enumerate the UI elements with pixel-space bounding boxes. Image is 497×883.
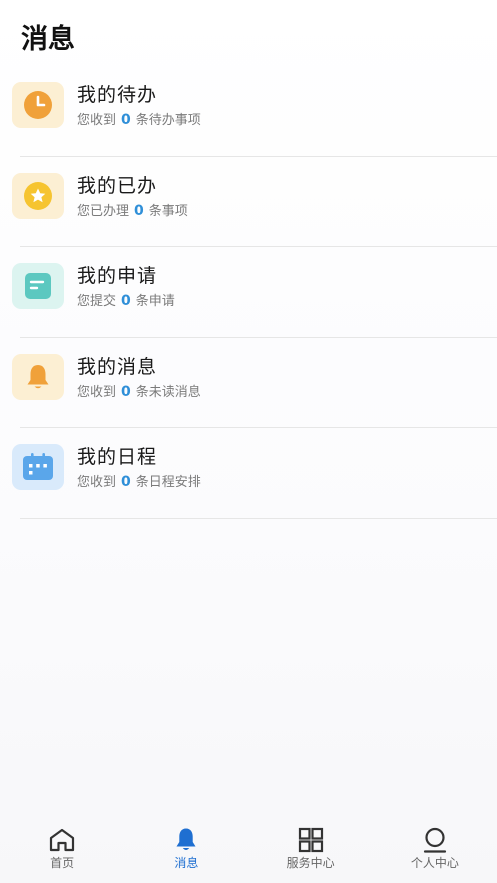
subtitle-prefix: 您提交 <box>77 294 117 309</box>
item-title: 我的已办 <box>77 174 158 197</box>
item-subtitle: 您收到 0 条日程安排 <box>77 473 201 492</box>
tab-home[interactable]: 首页 <box>0 821 124 883</box>
list-item-application[interactable]: 我的申请 您提交 0 条申请 <box>0 247 497 338</box>
item-subtitle: 您收到 0 条待办事项 <box>77 111 201 130</box>
bottom-tab-bar: 首页 消息 服务中心 个人中心 <box>0 821 497 883</box>
messages-page: 消息 我的待办 您收到 0 条待办事项 我的已办 您已办理 0 条事项 我的申请… <box>0 0 497 883</box>
subtitle-suffix: 条事项 <box>148 203 188 219</box>
item-title: 我的待办 <box>77 84 158 106</box>
tab-label: 首页 <box>50 856 75 870</box>
item-count: 0 <box>121 383 131 400</box>
item-subtitle: 您提交 0 条申请 <box>77 292 175 311</box>
item-title: 我的申请 <box>77 265 158 287</box>
item-title: 我的日程 <box>77 446 158 468</box>
item-count: 0 <box>134 202 144 219</box>
document-icon <box>25 273 51 299</box>
item-count: 0 <box>121 474 131 490</box>
calendar-icon <box>23 453 53 480</box>
item-subtitle: 您收到 0 条未读消息 <box>77 383 201 402</box>
subtitle-suffix: 条未读消息 <box>135 384 201 400</box>
subtitle-suffix: 条申请 <box>135 294 175 309</box>
list-item-messages[interactable]: 我的消息 您收到 0 条未读消息 <box>0 338 497 429</box>
message-category-list: 我的待办 您收到 0 条待办事项 我的已办 您已办理 0 条事项 我的申请 您提… <box>0 66 497 519</box>
tab-profile[interactable]: 个人中心 <box>373 821 497 883</box>
icon-badge <box>12 172 64 219</box>
icon-badge <box>12 263 64 309</box>
bell-icon <box>27 364 49 388</box>
subtitle-suffix: 条日程安排 <box>135 475 201 490</box>
subtitle-prefix: 您已办理 <box>77 203 130 219</box>
item-count: 0 <box>121 112 131 128</box>
user-icon <box>423 827 446 853</box>
icon-badge <box>12 82 64 128</box>
subtitle-suffix: 条待办事项 <box>135 113 201 128</box>
item-count: 0 <box>121 293 131 309</box>
page-title: 消息 <box>21 24 75 55</box>
bell-icon <box>176 828 196 850</box>
tab-label: 个人中心 <box>410 856 459 870</box>
subtitle-prefix: 您收到 <box>77 384 117 400</box>
item-subtitle: 您已办理 0 条事项 <box>77 202 188 221</box>
tab-label: 服务中心 <box>286 856 335 870</box>
grid-icon <box>298 827 323 853</box>
icon-badge <box>12 353 64 400</box>
star-icon <box>24 181 52 210</box>
item-title: 我的消息 <box>77 355 158 378</box>
tab-messages[interactable]: 消息 <box>124 821 248 883</box>
list-item-todo[interactable]: 我的待办 您收到 0 条待办事项 <box>0 66 497 157</box>
subtitle-prefix: 您收到 <box>77 475 117 490</box>
tab-services[interactable]: 服务中心 <box>249 821 373 883</box>
icon-badge <box>12 444 64 490</box>
tab-label: 消息 <box>174 856 199 870</box>
clock-icon <box>24 91 52 119</box>
list-item-done[interactable]: 我的已办 您已办理 0 条事项 <box>0 157 497 248</box>
home-icon <box>50 828 75 852</box>
subtitle-prefix: 您收到 <box>77 113 117 128</box>
list-item-schedule[interactable]: 我的日程 您收到 0 条日程安排 <box>0 428 497 519</box>
